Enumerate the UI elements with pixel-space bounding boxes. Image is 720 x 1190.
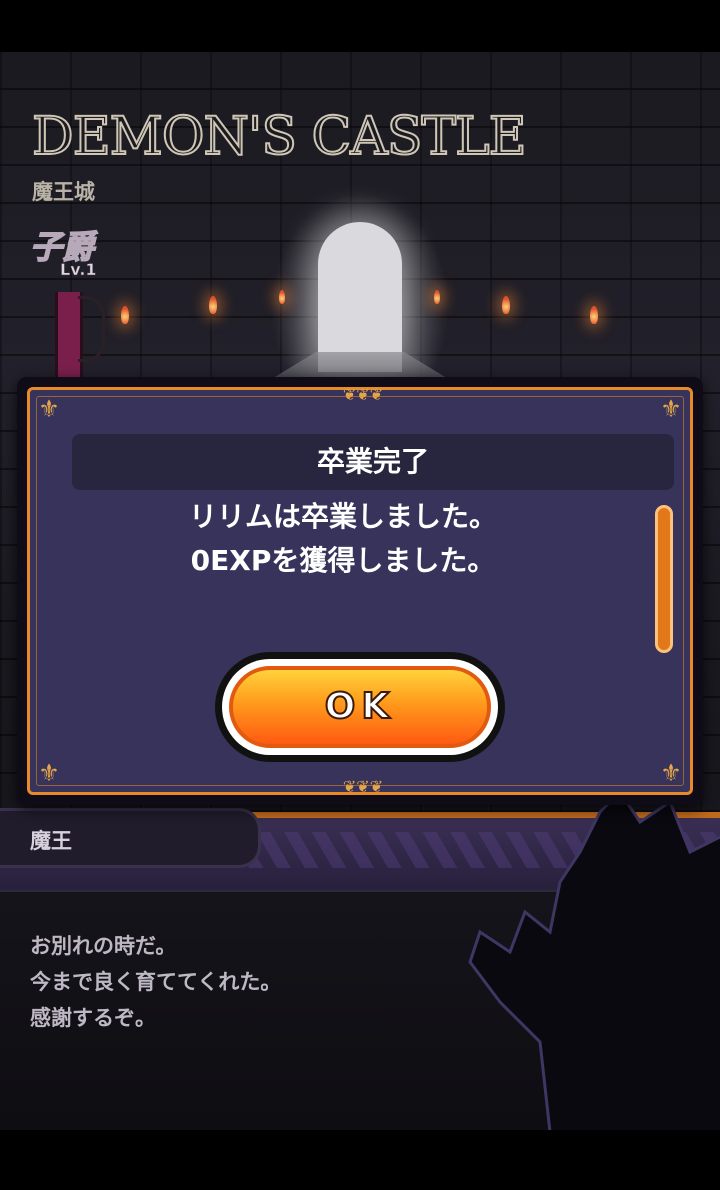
iron-scroll-decoration [78,296,105,362]
candle-icon [121,306,129,324]
candle-icon [590,306,598,324]
fleur-de-lis-icon: ⚜ [660,759,682,787]
scroll-ornament-icon: ❦❦❦ [342,777,384,796]
modal-message-line: リリムは卒業しました。 [188,500,497,533]
candle-icon [279,290,285,304]
candle-icon [502,296,510,314]
ok-button-ring: OK [222,659,498,755]
ok-button-label: OK [324,685,396,728]
candle-icon [434,290,440,304]
status-bar [0,0,720,52]
dialog-line: お別れの時だ。 [30,934,177,958]
rank-level: Lv.1 [60,260,97,280]
scroll-ornament-icon: ❦❦❦ [342,385,384,404]
game-logo: DEMON'S CASTLE [31,106,528,168]
speaker-name-tab: 魔王 [0,808,261,868]
dialog-line: 感謝するぞ。 [30,1006,156,1030]
ok-button-frame: OK [215,652,505,762]
navigation-bar [0,1130,720,1190]
modal-title-bar: 卒業完了 [72,434,674,490]
fleur-de-lis-icon: ⚜ [660,395,682,423]
fleur-de-lis-icon: ⚜ [38,759,60,787]
ok-button[interactable]: OK [229,666,491,748]
speaker-name: 魔王 [30,829,72,853]
location-name: 魔王城 [32,180,95,204]
scrollbar[interactable] [655,505,673,653]
candle-icon [209,296,217,314]
modal-message-line: 0EXPを獲得しました。 [190,544,496,577]
doorway [318,222,402,372]
fleur-de-lis-icon: ⚜ [38,395,60,423]
modal-title: 卒業完了 [316,445,429,478]
dialog-line: 今まで良く育ててくれた。 [30,970,282,994]
demon-lord-silhouette [468,792,720,1130]
rank-badge[interactable]: 子爵 Lv.1 [29,222,104,286]
